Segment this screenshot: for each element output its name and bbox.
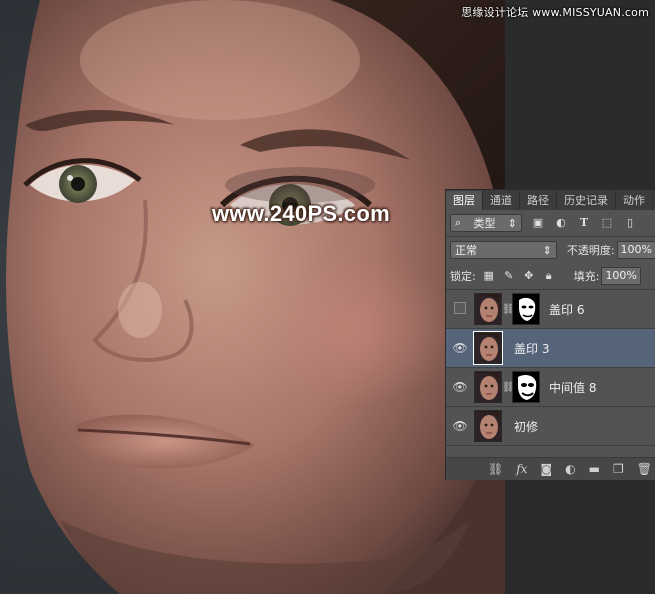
filter-kind-select[interactable]: ⌕ 类型 ⇕	[450, 214, 522, 232]
link-icon[interactable]: ⛓	[488, 462, 503, 476]
stepper-icon: ⇕	[507, 216, 517, 230]
layer-thumbnail	[474, 410, 502, 442]
lock-brush-icon[interactable]: ✎	[502, 269, 516, 283]
layers-panel: 图层 通道 路径 历史记录 动作 ⌕ 类型 ⇕ ▣ ◐ T ⬚ ▯ 正常 ⇕ 不…	[445, 189, 655, 480]
watermark-top: 思缘设计论坛 www.MISSYUAN.com	[461, 6, 649, 19]
layer-mask-thumbnail[interactable]	[512, 371, 540, 403]
layer-name-text: 盖印	[514, 341, 539, 356]
lock-label: 锁定:	[450, 270, 476, 283]
lock-move-icon[interactable]: ✥	[522, 269, 536, 283]
layer-thumbnail	[474, 293, 502, 325]
layer-row[interactable]: ⛓ 盖印 6	[446, 290, 655, 329]
tab-channels[interactable]: 通道	[483, 191, 520, 210]
lock-transparent-icon[interactable]: ▦	[482, 269, 496, 283]
layer-number: 6	[576, 302, 585, 317]
hidden-box-icon	[454, 301, 466, 314]
folder-icon[interactable]: ▬	[589, 462, 600, 476]
watermark-center: www.240PS.com	[212, 201, 390, 226]
panel-tabs: 图层 通道 路径 历史记录 动作	[446, 190, 655, 210]
layer-name[interactable]: 中间值 8	[549, 379, 596, 396]
eye-icon: 👁︎	[452, 419, 468, 433]
tab-layers[interactable]: 图层	[446, 191, 483, 210]
blend-row: 正常 ⇕ 不透明度: 100%	[446, 237, 655, 263]
lock-row: 锁定: ▦ ✎ ✥ 🔒︎ 填充: 100%	[446, 263, 655, 289]
filter-kind-label: 类型	[473, 217, 496, 230]
fill-label: 填充:	[573, 270, 600, 283]
adjustment-icon[interactable]: ◐	[565, 462, 575, 476]
link-icon[interactable]: ⛓	[502, 304, 515, 315]
layer-name[interactable]: 盖印 3	[514, 340, 549, 357]
filter-smart-object-icon[interactable]: ▯	[623, 216, 637, 230]
panel-footer: ⛓ fx ◙ ◐ ▬ ❐ 🗑︎	[446, 457, 655, 480]
new-layer-icon[interactable]: ❐	[613, 462, 624, 476]
tab-paths[interactable]: 路径	[520, 191, 557, 210]
filter-adjustment-icon[interactable]: ◐	[554, 216, 568, 230]
layer-name-text: 中间值	[549, 380, 586, 395]
tab-actions[interactable]: 动作	[616, 191, 653, 210]
trash-icon[interactable]: 🗑︎	[637, 462, 652, 476]
layer-mask-thumbnail[interactable]	[512, 293, 540, 325]
opacity-label: 不透明度:	[566, 244, 615, 257]
mask-icon[interactable]: ◙	[540, 462, 552, 476]
filter-pixel-icon[interactable]: ▣	[531, 216, 545, 230]
tab-history[interactable]: 历史记录	[557, 191, 616, 210]
blend-mode-label: 正常	[455, 244, 477, 257]
layer-name-text: 盖印	[549, 302, 574, 317]
blend-mode-select[interactable]: 正常 ⇕	[450, 241, 557, 259]
layer-list: ⛓ 盖印 6 👁︎ 盖印 3 👁︎ ⛓ 中间值 8 👁︎ 初修	[446, 290, 655, 446]
visibility-toggle[interactable]: 👁︎	[446, 341, 474, 355]
fill-input[interactable]: 100%	[601, 267, 641, 285]
filter-type-icon[interactable]: T	[577, 216, 591, 230]
filter-shape-icon[interactable]: ⬚	[600, 216, 614, 230]
layer-row[interactable]: 👁︎ 初修	[446, 407, 655, 446]
filter-row: ⌕ 类型 ⇕ ▣ ◐ T ⬚ ▯	[446, 210, 655, 236]
visibility-toggle[interactable]: 👁︎	[446, 380, 474, 394]
layer-name[interactable]: 盖印 6	[549, 301, 584, 318]
opacity-input[interactable]: 100%	[616, 241, 655, 259]
fx-icon[interactable]: fx	[516, 462, 527, 476]
layer-name[interactable]: 初修	[514, 418, 538, 435]
link-icon[interactable]: ⛓	[502, 382, 515, 393]
stepper-icon: ⇕	[542, 243, 552, 257]
layer-thumbnail	[474, 371, 502, 403]
eye-icon: 👁︎	[452, 341, 468, 355]
layer-number: 8	[588, 380, 597, 395]
layer-row[interactable]: 👁︎ ⛓ 中间值 8	[446, 368, 655, 407]
layer-thumbnail	[473, 331, 503, 365]
visibility-toggle[interactable]: 👁︎	[446, 419, 474, 433]
layer-name-text: 初修	[514, 419, 539, 434]
lock-all-icon[interactable]: 🔒︎	[542, 269, 556, 283]
layer-row-selected[interactable]: 👁︎ 盖印 3	[446, 329, 655, 368]
layer-number: 3	[541, 341, 550, 356]
eye-icon: 👁︎	[452, 380, 468, 394]
visibility-toggle[interactable]	[446, 301, 474, 317]
search-icon: ⌕	[455, 216, 462, 229]
